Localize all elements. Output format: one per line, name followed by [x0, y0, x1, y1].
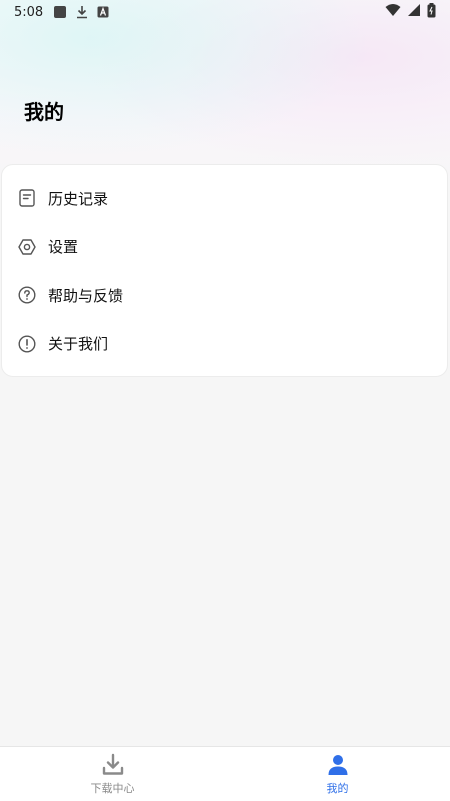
app-square-icon: [53, 5, 67, 19]
user-icon: [326, 753, 350, 777]
menu-item-label: 历史记录: [48, 189, 109, 208]
settings-hex-icon: [18, 238, 36, 256]
info-circle-icon: [18, 335, 36, 353]
history-doc-icon: [18, 189, 36, 207]
status-time: 5:08: [14, 4, 44, 20]
battery-icon: [427, 2, 436, 22]
status-bar: 5:08: [0, 0, 450, 24]
download-tray-icon: [101, 753, 125, 777]
tab-download-center[interactable]: 下载中心: [0, 747, 225, 801]
page-title: 我的: [24, 100, 64, 124]
menu-item-label: 设置: [48, 238, 79, 257]
bottom-nav: 下载中心 我的: [0, 746, 450, 801]
menu-item-settings[interactable]: 设置: [2, 223, 447, 272]
header-background: [0, 0, 450, 190]
tab-label: 我的: [326, 781, 349, 795]
menu-item-label: 帮助与反馈: [48, 286, 124, 305]
tab-mine[interactable]: 我的: [225, 747, 450, 801]
menu-item-help-feedback[interactable]: 帮助与反馈: [2, 271, 447, 320]
wifi-icon: [385, 3, 401, 21]
tab-label: 下载中心: [90, 781, 135, 795]
help-circle-icon: [18, 286, 36, 304]
signal-icon: [407, 3, 421, 21]
status-right-icons: [385, 2, 436, 22]
menu-card: 历史记录 设置 帮助与反馈 关于我们: [1, 164, 448, 377]
download-icon: [75, 5, 89, 19]
a-box-icon: [97, 6, 109, 18]
menu-item-history[interactable]: 历史记录: [2, 174, 447, 223]
menu-item-label: 关于我们: [48, 335, 109, 354]
menu-item-about-us[interactable]: 关于我们: [2, 320, 447, 369]
